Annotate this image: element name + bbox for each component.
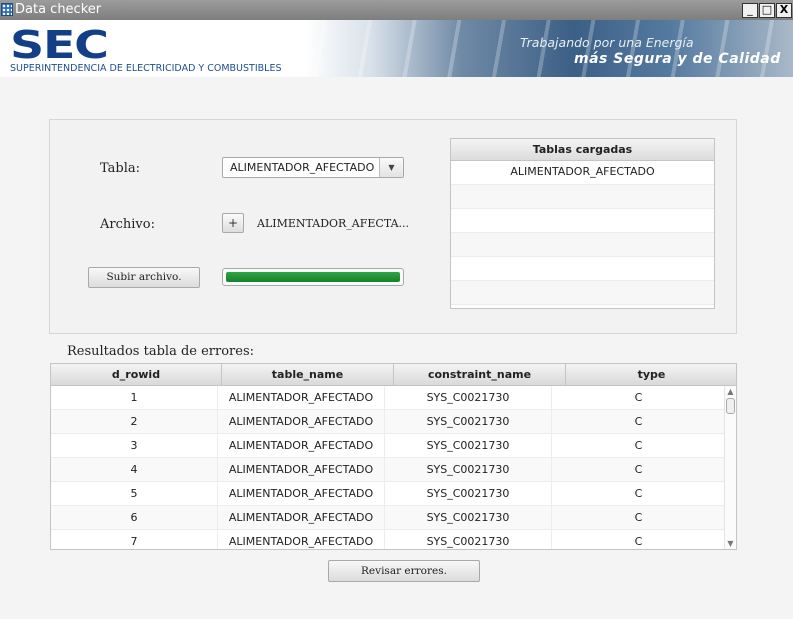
slogan-line-1: Trabajando por una Energía [520, 35, 694, 50]
cell-type: C [634, 535, 643, 548]
cell-type: C [634, 511, 643, 524]
cell-d-rowid: 1 [51, 386, 218, 409]
chevron-down-icon[interactable]: ▼ [379, 158, 403, 177]
cell-constraint-name: SYS_C0021730 [385, 434, 552, 457]
logo-subtitle: SUPERINTENDENCIA DE ELECTRICIDAD Y COMBU… [10, 63, 282, 74]
cell-constraint-name: SYS_C0021730 [385, 458, 552, 481]
loaded-table-item[interactable] [451, 257, 714, 281]
archivo-label: Archivo: [100, 217, 155, 232]
loaded-table-item[interactable]: ALIMENTADOR_AFECTADO [451, 161, 714, 185]
loaded-table-item[interactable] [451, 185, 714, 209]
upload-button[interactable]: Subir archivo. [88, 267, 200, 288]
loaded-table-item[interactable] [451, 281, 714, 305]
cell-d-rowid: 3 [51, 434, 218, 457]
cell-constraint-name: SYS_C0021730 [385, 386, 552, 409]
maximize-button[interactable]: □ [759, 3, 775, 18]
tabla-select[interactable]: ALIMENTADOR_AFECTADO ▼ [222, 157, 404, 178]
loaded-table-item[interactable] [451, 209, 714, 233]
loaded-tables-header: Tablas cargadas [451, 139, 714, 161]
browse-file-button[interactable]: + [222, 213, 244, 233]
cell-table-name: ALIMENTADOR_AFECTADO [218, 386, 385, 409]
cell-constraint-name: SYS_C0021730 [385, 482, 552, 505]
window-title: Data checker [15, 2, 102, 17]
scroll-down-icon[interactable]: ▼ [725, 538, 736, 549]
cell-d-rowid: 6 [51, 506, 218, 529]
cell-table-name: ALIMENTADOR_AFECTADO [218, 458, 385, 481]
loaded-table-item[interactable] [451, 233, 714, 257]
cell-type: C [634, 415, 643, 428]
app-icon [1, 3, 13, 16]
column-header-table-name[interactable]: table_name [222, 364, 394, 385]
header-banner: SEC SUPERINTENDENCIA DE ELECTRICIDAD Y C… [0, 20, 793, 77]
cell-constraint-name: SYS_C0021730 [385, 506, 552, 529]
table-scrollbar[interactable]: ▲ ▼ [724, 386, 736, 549]
tabla-selected-value: ALIMENTADOR_AFECTADO [230, 161, 375, 174]
results-title: Resultados tabla de errores: [67, 344, 255, 359]
upload-progress-bar [222, 268, 404, 286]
cell-table-name: ALIMENTADOR_AFECTADO [218, 482, 385, 505]
title-bar: Data checker _ □ X [0, 0, 793, 20]
table-row[interactable]: 4 ALIMENTADOR_AFECTADO SYS_C0021730 C [51, 458, 725, 482]
slogan-line-2: más Segura y de Calidad [574, 51, 781, 67]
cell-d-rowid: 4 [51, 458, 218, 481]
table-row[interactable]: 5 ALIMENTADOR_AFECTADO SYS_C0021730 C [51, 482, 725, 506]
cell-d-rowid: 7 [51, 530, 218, 549]
selected-file-name: ALIMENTADOR_AFECTA... [257, 217, 410, 230]
table-row[interactable]: 7 ALIMENTADOR_AFECTADO SYS_C0021730 C [51, 530, 725, 549]
table-row[interactable]: 6 ALIMENTADOR_AFECTADO SYS_C0021730 C [51, 506, 725, 530]
table-body: 1 ALIMENTADOR_AFECTADO SYS_C0021730 C 2 ALIME… [51, 386, 725, 549]
cell-constraint-name: SYS_C0021730 [385, 410, 552, 433]
cell-table-name: ALIMENTADOR_AFECTADO [218, 530, 385, 549]
column-header-constraint-name[interactable]: constraint_name [394, 364, 566, 385]
errors-table: d_rowid table_name constraint_name type … [50, 363, 737, 550]
loaded-tables-list: Tablas cargadas ALIMENTADOR_AFECTADO [450, 138, 715, 309]
upload-panel: Tabla: ALIMENTADOR_AFECTADO ▼ Archivo: +… [49, 119, 737, 334]
tabla-label: Tabla: [100, 161, 141, 176]
cell-type: C [634, 391, 643, 404]
table-row[interactable]: 2 ALIMENTADOR_AFECTADO SYS_C0021730 C [51, 410, 725, 434]
minimize-button[interactable]: _ [742, 3, 758, 18]
sec-logo: SEC [10, 23, 109, 67]
close-button[interactable]: X [776, 3, 792, 18]
scroll-thumb[interactable] [726, 398, 735, 414]
scroll-up-icon[interactable]: ▲ [725, 386, 736, 397]
review-errors-button[interactable]: Revisar errores. [328, 560, 480, 582]
cell-constraint-name: SYS_C0021730 [385, 530, 552, 549]
cell-d-rowid: 5 [51, 482, 218, 505]
table-header: d_rowid table_name constraint_name type [51, 364, 736, 386]
cell-type: C [634, 487, 643, 500]
column-header-d-rowid[interactable]: d_rowid [51, 364, 222, 385]
cell-table-name: ALIMENTADOR_AFECTADO [218, 434, 385, 457]
progress-fill [226, 272, 400, 282]
cell-table-name: ALIMENTADOR_AFECTADO [218, 506, 385, 529]
column-header-type[interactable]: type [566, 364, 736, 385]
cell-d-rowid: 2 [51, 410, 218, 433]
cell-type: C [634, 463, 643, 476]
table-row[interactable]: 1 ALIMENTADOR_AFECTADO SYS_C0021730 C [51, 386, 725, 410]
table-row[interactable]: 3 ALIMENTADOR_AFECTADO SYS_C0021730 C [51, 434, 725, 458]
cell-type: C [634, 439, 643, 452]
cell-table-name: ALIMENTADOR_AFECTADO [218, 410, 385, 433]
